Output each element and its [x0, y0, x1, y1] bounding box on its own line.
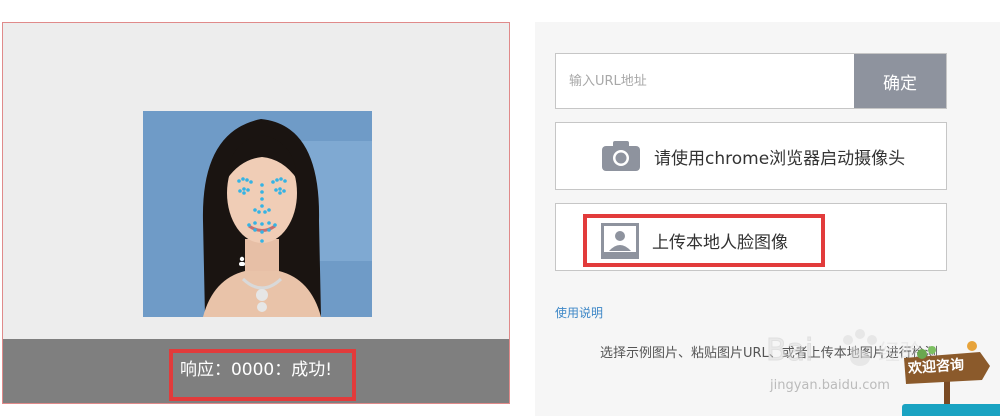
teal-corner-button[interactable] — [902, 404, 1000, 416]
camera-icon — [602, 141, 640, 171]
result-panel: 响应：0000：成功! — [2, 22, 510, 404]
status-text: 响应：0000：成功! — [179, 360, 333, 380]
upload-button[interactable]: 上传本地人脸图像 — [555, 203, 947, 271]
consult-label[interactable]: 欢迎咨询 — [907, 354, 965, 378]
camera-button[interactable]: 请使用chrome浏览器启动摄像头 — [555, 122, 947, 190]
portrait-icon — [601, 222, 639, 259]
url-row: 确定 — [555, 53, 947, 109]
help-link[interactable]: 使用说明 — [555, 304, 603, 321]
watermark-url: jingyan.baidu.com — [770, 378, 890, 393]
face-photo-image — [143, 111, 372, 317]
face-photo — [143, 111, 372, 317]
upload-button-label: 上传本地人脸图像 — [652, 233, 788, 253]
camera-button-label: 请使用chrome浏览器启动摄像头 — [654, 148, 906, 169]
svg-text:Bai: Bai — [766, 333, 813, 368]
url-input[interactable] — [556, 54, 856, 108]
upload-highlight: 上传本地人脸图像 — [583, 214, 825, 267]
status-bar: 响应：0000：成功! — [3, 339, 509, 403]
confirm-button[interactable]: 确定 — [854, 54, 946, 108]
